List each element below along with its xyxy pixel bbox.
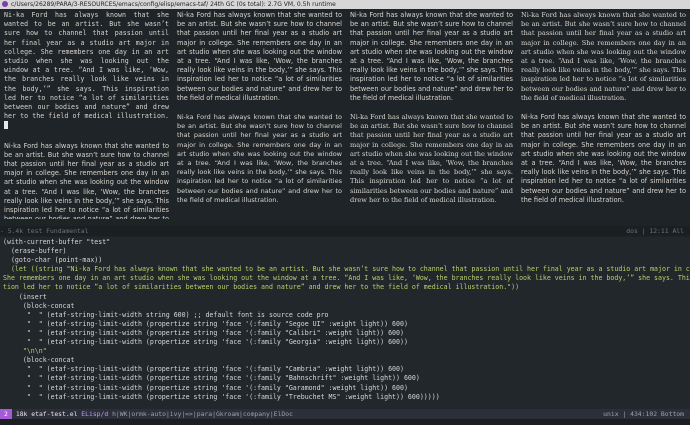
- code-line: (block-concat: [3, 301, 75, 310]
- encoding: unix: [603, 410, 619, 418]
- code-line: She remembers one day in an art studio w…: [3, 274, 690, 283]
- code-line: " " (etaf-string-limit-width (propertize…: [3, 392, 440, 401]
- code-line: (goto-char (point-max)): [3, 256, 103, 265]
- paragraph-calibri: Ni-ka Ford has always known that she wan…: [350, 11, 513, 102]
- paragraph-trebuchet-ms: Ni-ka Ford has always known that she wan…: [521, 113, 686, 204]
- code-line: tion led her to notice “a lot of similar…: [3, 283, 520, 292]
- buffer-name[interactable]: 18k etaf-test.el: [16, 410, 78, 418]
- code-block[interactable]: (with-current-buffer "test" (erase-buffe…: [3, 238, 690, 402]
- code-editor-window[interactable]: (with-current-buffer "test" (erase-buffe…: [0, 237, 690, 409]
- paragraph-garamond: Ni-ka Ford has always known that she wan…: [350, 113, 513, 204]
- code-line: " " (etaf-string-limit-width (propertize…: [3, 319, 408, 328]
- paragraph-cambria: Ni-ka Ford has always known that she wan…: [4, 141, 169, 219]
- code-line: " " (etaf-string-limit-width (propertize…: [3, 365, 404, 374]
- major-mode[interactable]: ELisp/d: [81, 410, 108, 418]
- column-3: Ni-ka Ford has always known that she wan…: [346, 9, 517, 219]
- code-line: (let ((string "Ni-ka Ford has always kno…: [3, 265, 690, 274]
- window-number[interactable]: 2: [0, 409, 12, 419]
- emacs-icon: [2, 1, 8, 7]
- minibuffer[interactable]: [0, 419, 690, 425]
- code-line: (insert: [3, 292, 47, 301]
- cursor-position: 434:102: [630, 410, 658, 418]
- upper-mode-line[interactable]: - 5.4k test Fundamental dos | 12:11 All: [0, 226, 690, 236]
- lower-mode-line-right: unix | 434:102 Bottom: [603, 410, 684, 418]
- code-line: " " (etaf-string-limit-width string 600)…: [3, 310, 329, 319]
- code-line: " " (etaf-string-limit-width (propertize…: [3, 328, 404, 337]
- code-line: (erase-buffer): [3, 247, 67, 256]
- column-2: Ni-ka Ford has always known that she wan…: [173, 9, 346, 219]
- column-4: Ni-ka Ford has always known that she wan…: [517, 9, 690, 219]
- upper-mode-line-right: dos | 12:11 All: [626, 227, 684, 235]
- text-cursor: [4, 121, 8, 130]
- code-line: (block-concat: [3, 356, 75, 365]
- lower-mode-line[interactable]: 2 18k etaf-test.el ELisp/d h|WK|ormk-auto…: [0, 409, 690, 419]
- code-line: " " (etaf-string-limit-width (propertize…: [3, 338, 408, 347]
- paragraph-segoe-ui: Ni-ka Ford has always known that she wan…: [177, 11, 342, 102]
- test-buffer-window[interactable]: Ni-ka Ford has always known that she wan…: [0, 9, 690, 219]
- code-line: " " (etaf-string-limit-width (propertize…: [3, 374, 420, 383]
- paragraph-source-code-pro: Ni-ka Ford has always known that she wan…: [4, 11, 169, 132]
- window-titlebar: c/Users/26289/PARA/3-RESOURCES/emacs/con…: [0, 0, 690, 9]
- minor-modes[interactable]: h|WK|ormk-auto|ivy|=>|para|Gkroam|compan…: [112, 410, 293, 418]
- paragraph-georgia: Ni-ka Ford has always known that she wan…: [521, 11, 686, 102]
- paragraph-bahnschrift: Ni-ka Ford has always known that she wan…: [177, 113, 342, 204]
- window-title: c/Users/26289/PARA/3-RESOURCES/emacs/con…: [11, 1, 336, 8]
- code-line: " " (etaf-string-limit-width (propertize…: [3, 383, 408, 392]
- upper-mode-line-left: - 5.4k test Fundamental: [0, 227, 89, 235]
- code-line: (with-current-buffer "test": [3, 238, 111, 246]
- code-line: "\n\n": [3, 347, 47, 356]
- column-1: Ni-ka Ford has always known that she wan…: [0, 9, 173, 219]
- scroll-position: Bottom: [660, 410, 684, 418]
